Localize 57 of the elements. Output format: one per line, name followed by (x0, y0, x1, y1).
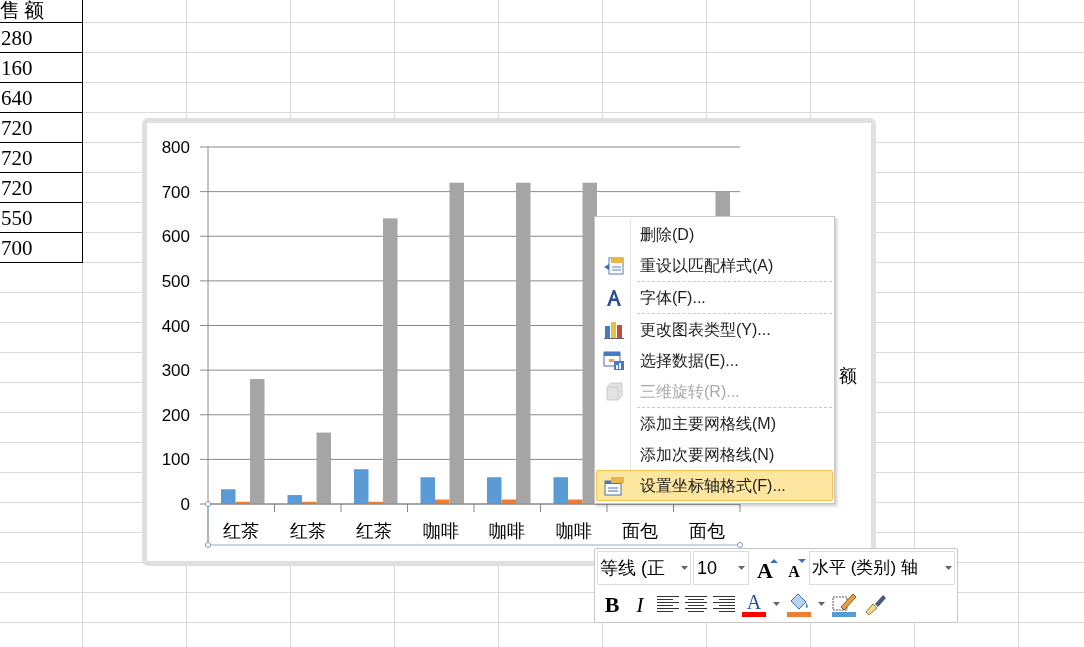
y-tick-label: 400 (161, 316, 190, 336)
table-cell: 720 (0, 113, 83, 143)
x-category-label: 红茶 (289, 521, 326, 541)
table-cell: 700 (0, 233, 83, 263)
bar-chart-icon (603, 319, 625, 340)
menu-item[interactable]: 添加次要网格线(N) (596, 439, 833, 470)
fill-bucket-icon[interactable] (786, 591, 812, 617)
x-category-label: 咖啡 (422, 521, 459, 541)
bold-button[interactable]: B (601, 587, 623, 621)
border-pencil-icon[interactable] (831, 591, 857, 617)
x-category-label: 面包 (622, 521, 659, 541)
y-tick-label: 600 (161, 227, 190, 247)
format-reset-icon (603, 255, 625, 276)
format-painter-icon[interactable] (863, 592, 887, 616)
font-color-button[interactable]: A (741, 591, 767, 617)
table-cell: 720 (0, 173, 83, 203)
cube-icon (604, 381, 624, 402)
y-tick-label: 700 (161, 182, 190, 202)
table-icon (603, 350, 625, 371)
align-center-icon[interactable] (685, 596, 707, 612)
font-size-dropdown[interactable]: 10 (693, 551, 749, 585)
menu-item[interactable]: 重设以匹配样式(A) (596, 250, 833, 281)
y-tick-label: 800 (161, 138, 190, 157)
dropdown-caret-icon (945, 566, 952, 570)
x-category-label: 咖啡 (555, 521, 592, 541)
y-tick-label: 500 (161, 271, 190, 291)
menu-item[interactable]: 选择数据(E)... (596, 345, 833, 376)
table-cell: 160 (0, 53, 83, 83)
menu-item[interactable]: 设置坐标轴格式(F)... (596, 470, 833, 501)
font-name-dropdown[interactable]: 等线 (正 (597, 551, 691, 585)
y-tick-label: 0 (180, 495, 190, 514)
menu-item[interactable]: 添加主要网格线(M) (596, 408, 833, 439)
dropdown-caret-icon (773, 602, 780, 606)
x-category-label: 面包 (688, 521, 725, 541)
align-left-icon[interactable] (657, 596, 679, 612)
x-category-label: 红茶 (356, 521, 393, 541)
legend-label: 额 (839, 366, 857, 386)
italic-button[interactable]: I (629, 587, 651, 621)
x-category-label: 咖啡 (489, 521, 526, 541)
menu-item[interactable]: 更改图表类型(Y)... (596, 314, 833, 345)
menu-item[interactable]: 删除(D) (596, 219, 833, 250)
table-cell: 720 (0, 143, 83, 173)
font-icon (605, 288, 623, 307)
x-category-label: 红茶 (223, 521, 260, 541)
menu-item[interactable]: 字体(F)... (596, 282, 833, 313)
column-header: 售额 (0, 0, 83, 23)
format-icon (603, 475, 625, 496)
y-tick-label: 300 (161, 361, 190, 381)
dropdown-caret-icon (818, 602, 825, 606)
table-cell: 280 (0, 23, 83, 53)
table-cell: 550 (0, 203, 83, 233)
align-right-icon[interactable] (713, 596, 735, 612)
y-tick-label: 200 (161, 405, 190, 425)
y-tick-label: 100 (161, 450, 190, 470)
chart-element-dropdown[interactable]: 水平 (类别) 轴 (809, 551, 955, 585)
axis-selection-frame[interactable] (205, 501, 743, 548)
table-cell: 640 (0, 83, 83, 113)
